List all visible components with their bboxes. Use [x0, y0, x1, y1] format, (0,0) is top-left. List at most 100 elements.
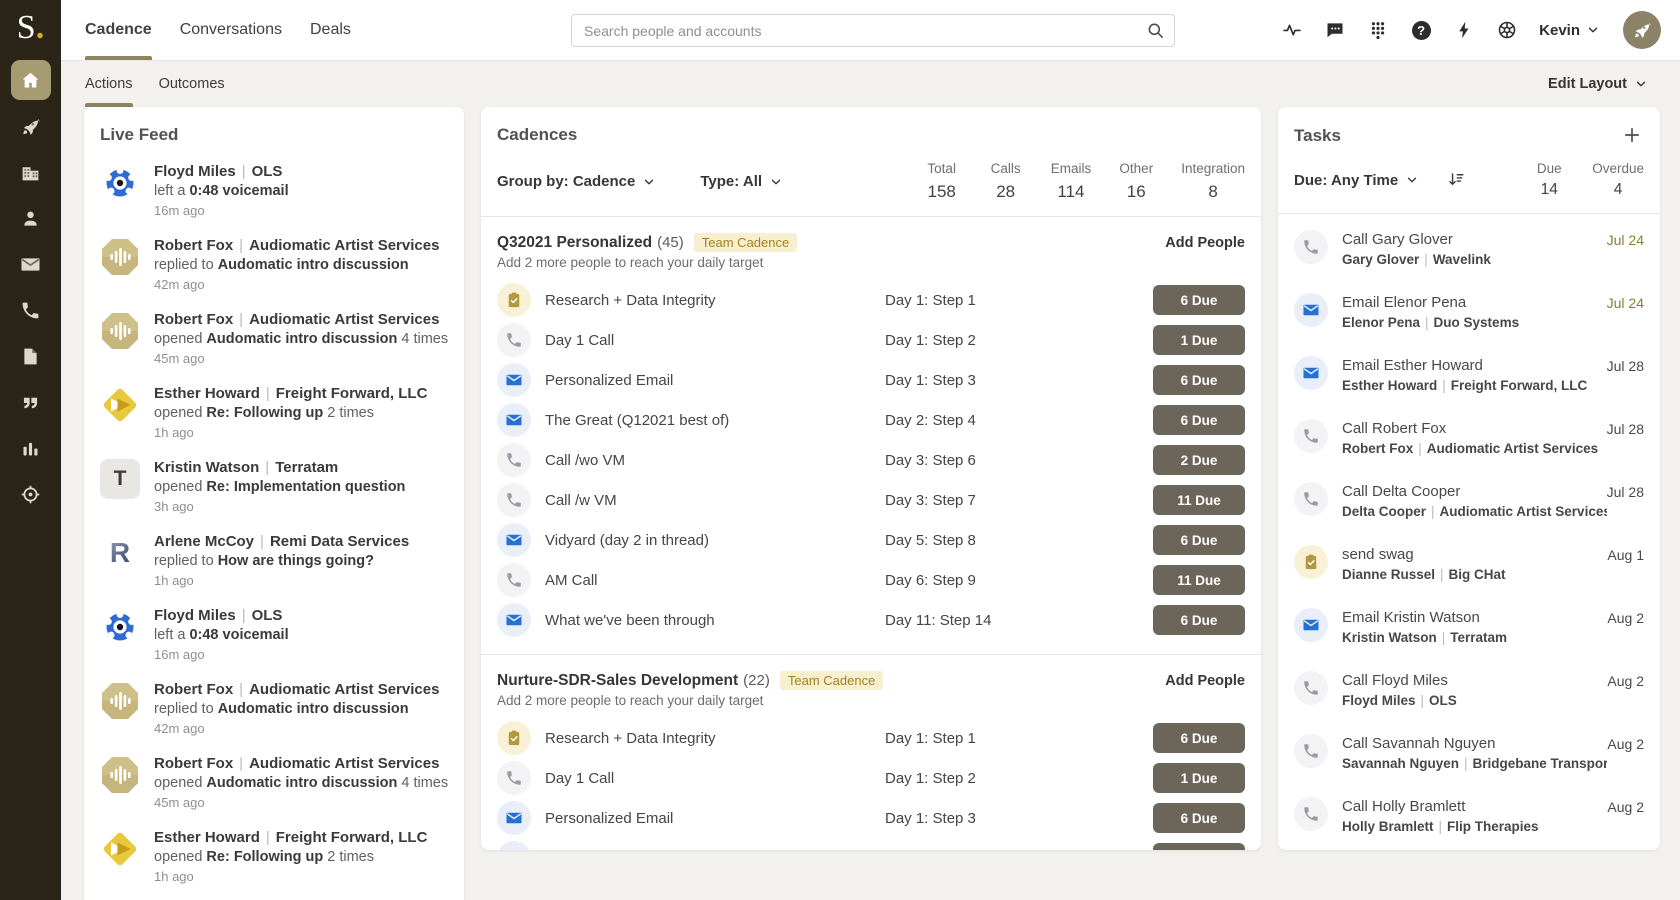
main-nav-tab[interactable]: Deals	[310, 0, 351, 60]
sidebar-item[interactable]	[11, 474, 51, 514]
task-due-date: Aug 2	[1607, 799, 1644, 815]
due-button[interactable]: 6 Due	[1153, 803, 1245, 833]
logo-s: S	[17, 8, 36, 49]
sidebar-item[interactable]	[11, 290, 51, 330]
live-feed-item-body: Kristin Watson|Terratam opened Re: Imple…	[154, 459, 405, 514]
team-cadence-badge: Team Cadence	[694, 233, 797, 252]
audiomatic-logo	[100, 681, 140, 721]
sidebar-item[interactable]	[11, 198, 51, 238]
due-button[interactable]: 6 Due	[1153, 605, 1245, 635]
live-feed-item[interactable]: Floyd Miles|OLS left a 0:48 voicemail 16…	[100, 163, 448, 218]
live-feed-item[interactable]: Esther Howard|Freight Forward, LLC opene…	[100, 385, 448, 440]
document-icon	[20, 346, 41, 367]
topbar-icon-button[interactable]	[1281, 19, 1303, 41]
due-button[interactable]: 6 Due	[1153, 525, 1245, 555]
sidebar-item[interactable]	[11, 60, 51, 100]
task-row[interactable]: Email Kristin Watson Kristin Watson|Terr…	[1294, 608, 1644, 645]
sub-tab[interactable]: Actions	[85, 61, 133, 107]
chevron-down-icon	[1586, 23, 1600, 37]
due-button[interactable]: 6 Due	[1153, 843, 1245, 850]
task-person: Dianne Russel	[1342, 567, 1435, 582]
task-row[interactable]: Email Elenor Pena Elenor Pena|Duo System…	[1294, 293, 1644, 330]
live-feed-item[interactable]: Robert Fox|Audiomatic Artist Services re…	[100, 681, 448, 736]
stat-value: 114	[1051, 182, 1092, 202]
due-filter-dropdown[interactable]: Due: Any Time	[1294, 172, 1419, 189]
cadence-subtitle: Add 2 more people to reach your daily ta…	[497, 255, 1245, 270]
email-icon	[497, 363, 531, 397]
add-people-button[interactable]: Add People	[1165, 235, 1245, 251]
task-person: Elenor Pena	[1342, 315, 1420, 330]
topbar-icon-button[interactable]	[1453, 19, 1475, 41]
sidebar-item[interactable]	[11, 382, 51, 422]
cadence-subtitle: Add 2 more people to reach your daily ta…	[497, 693, 1245, 708]
step-label: Personalized Email	[545, 372, 885, 389]
cadence-section-header: Nurture-SDR-Sales Development (22) Team …	[497, 671, 1245, 690]
sidebar-item[interactable]	[11, 152, 51, 192]
main-nav-tab[interactable]: Conversations	[180, 0, 282, 60]
task-row[interactable]: Call Floyd Miles Floyd Miles|OLS Aug 2	[1294, 671, 1644, 708]
sidebar-item[interactable]	[11, 428, 51, 468]
sub-tab[interactable]: Outcomes	[159, 61, 225, 107]
live-feed-item[interactable]: R Arlene McCoy|Remi Data Services replie…	[100, 533, 448, 588]
email-icon	[1294, 293, 1328, 327]
due-button[interactable]: 6 Due	[1153, 405, 1245, 435]
cadence-stats: Total 158 Calls 28 Emails 114 Other	[923, 161, 1245, 202]
live-feed-item[interactable]: Floyd Miles|OLS left a 0:48 voicemail 16…	[100, 607, 448, 662]
due-button[interactable]: 1 Due	[1153, 763, 1245, 793]
live-feed-item-action: opened Re: Following up 2 times	[154, 405, 427, 421]
topbar-icon-button[interactable]	[1496, 19, 1518, 41]
task-due-date: Jul 28	[1607, 421, 1644, 437]
edit-layout-button[interactable]: Edit Layout	[1548, 76, 1648, 92]
activity-subject: Re: Implementation question	[206, 479, 405, 495]
cadence-stat: Other 16	[1117, 161, 1155, 202]
task-row[interactable]: Call Delta Cooper Delta Cooper|Audiomati…	[1294, 482, 1644, 519]
search-input[interactable]	[571, 14, 1175, 47]
due-button[interactable]: 1 Due	[1153, 325, 1245, 355]
due-button[interactable]: 6 Due	[1153, 723, 1245, 753]
sidebar-nav	[11, 60, 51, 514]
main-nav-tab[interactable]: Cadence	[85, 0, 152, 60]
cadence-name[interactable]: Nurture-SDR-Sales Development	[497, 672, 738, 690]
search-icon[interactable]	[1146, 21, 1165, 40]
sidebar-item[interactable]	[11, 106, 51, 146]
due-button[interactable]: 11 Due	[1153, 485, 1245, 515]
task-row[interactable]: send swag Dianne Russel|Big CHat Aug 1	[1294, 545, 1644, 582]
task-body: Call Savannah Nguyen Savannah Nguyen|Bri…	[1342, 734, 1607, 771]
cadence-name[interactable]: Q32021 Personalized	[497, 234, 652, 252]
task-person: Floyd Miles	[1342, 693, 1416, 708]
task-row[interactable]: Call Robert Fox Robert Fox|Audiomatic Ar…	[1294, 419, 1644, 456]
task-row[interactable]: Call Gary Glover Gary Glover|Wavelink Ju…	[1294, 230, 1644, 267]
group-by-dropdown[interactable]: Group by: Cadence	[497, 173, 656, 190]
user-menu[interactable]: Kevin	[1539, 22, 1600, 39]
cadence-stat: Calls 28	[987, 161, 1025, 202]
tasks-header: Tasks	[1294, 125, 1644, 147]
live-feed-item[interactable]: Robert Fox|Audiomatic Artist Services op…	[100, 311, 448, 366]
plus-icon[interactable]	[1622, 125, 1644, 147]
live-feed-item[interactable]: Esther Howard|Freight Forward, LLC opene…	[100, 829, 448, 884]
sidebar-item[interactable]	[11, 244, 51, 284]
edit-layout-label: Edit Layout	[1548, 76, 1627, 92]
due-button[interactable]: 11 Due	[1153, 565, 1245, 595]
main-nav-tabs: Cadence Conversations Deals	[85, 0, 351, 60]
type-dropdown[interactable]: Type: All	[700, 173, 783, 190]
task-title: send swag	[1342, 546, 1607, 563]
topbar-icon-button[interactable]	[1324, 19, 1346, 41]
due-button[interactable]: 6 Due	[1153, 285, 1245, 315]
task-row[interactable]: Call Holly Bramlett Holly Bramlett|Flip …	[1294, 797, 1644, 834]
due-button[interactable]: 2 Due	[1153, 445, 1245, 475]
task-row[interactable]: Call Savannah Nguyen Savannah Nguyen|Bri…	[1294, 734, 1644, 771]
remi-logo: R	[100, 533, 140, 573]
topbar-icon-button[interactable]: ?	[1410, 19, 1432, 41]
live-feed-item[interactable]: Robert Fox|Audiomatic Artist Services re…	[100, 237, 448, 292]
sort-icon[interactable]	[1447, 170, 1467, 190]
task-row[interactable]: Email Esther Howard Esther Howard|Freigh…	[1294, 356, 1644, 393]
chevron-down-icon	[1405, 173, 1419, 187]
task-subtitle: Dianne Russel|Big CHat	[1342, 567, 1607, 582]
add-people-button[interactable]: Add People	[1165, 673, 1245, 689]
live-feed-item[interactable]: Robert Fox|Audiomatic Artist Services op…	[100, 755, 448, 810]
topbar-icon-button[interactable]	[1367, 19, 1389, 41]
sidebar-item[interactable]	[11, 336, 51, 376]
launch-button[interactable]	[1623, 11, 1661, 49]
live-feed-item[interactable]: T Kristin Watson|Terratam opened Re: Imp…	[100, 459, 448, 514]
due-button[interactable]: 6 Due	[1153, 365, 1245, 395]
